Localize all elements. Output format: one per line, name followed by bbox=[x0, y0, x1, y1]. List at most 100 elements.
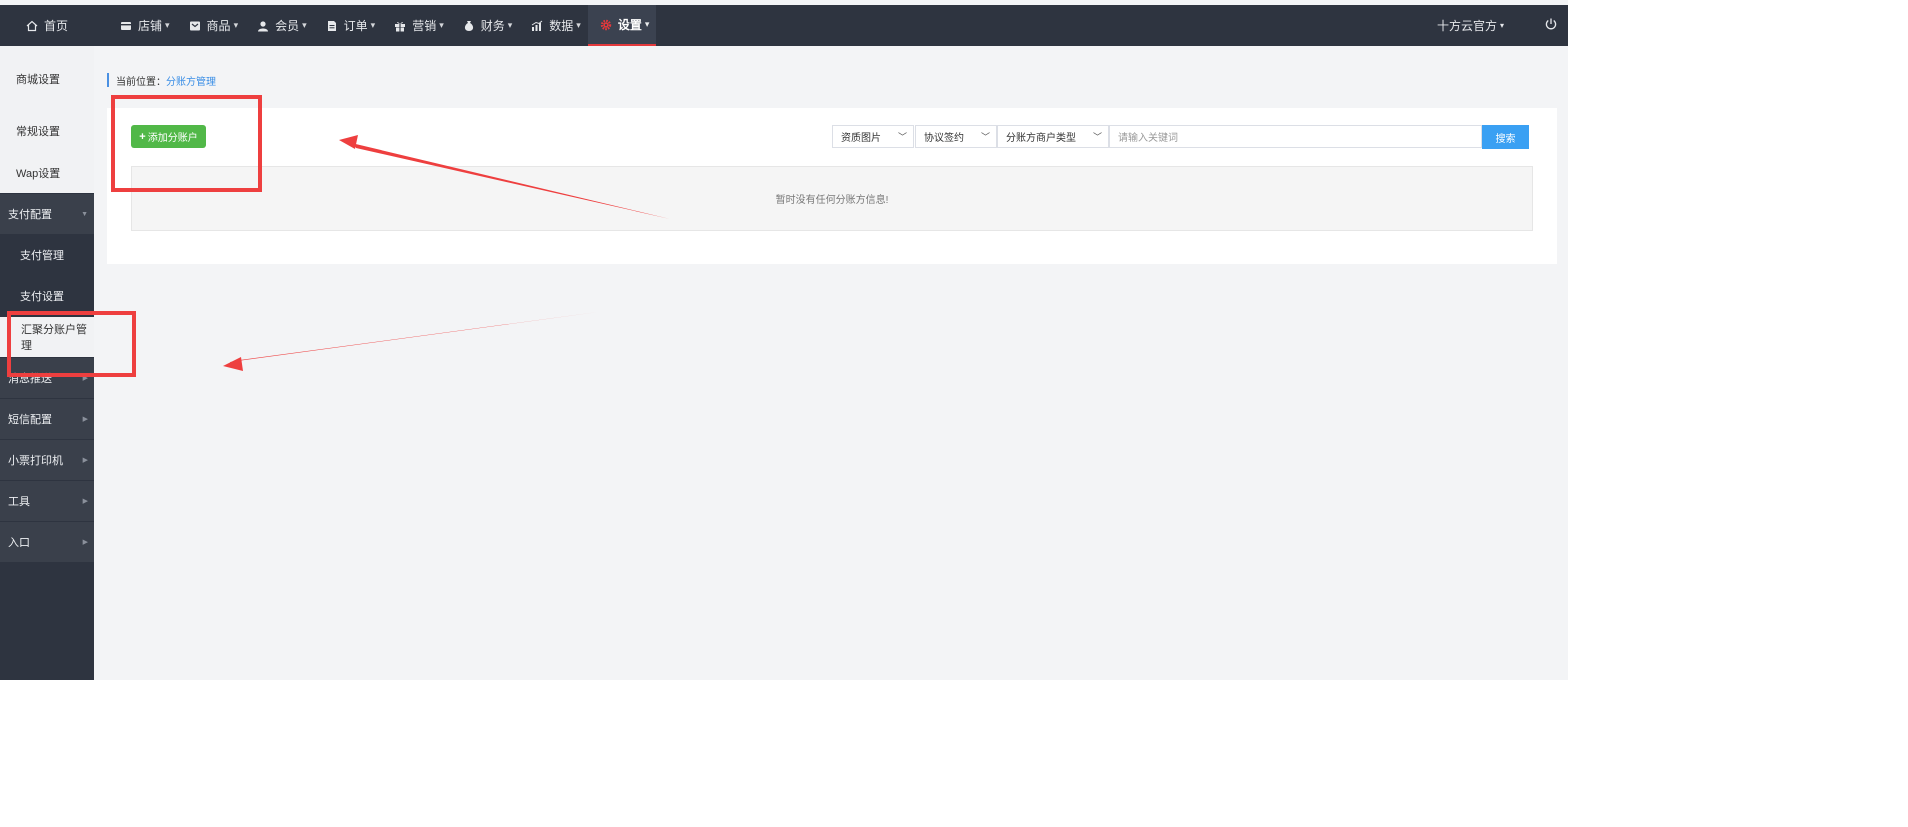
search-placeholder: 请输入关键词 bbox=[1118, 133, 1178, 144]
sidebar-item-wap-settings[interactable]: Wap设置 bbox=[0, 153, 94, 193]
nav-goods-label: 商品 bbox=[206, 19, 231, 33]
select-value: 协议签约 bbox=[924, 133, 964, 144]
breadcrumb-current[interactable]: 分账方管理 bbox=[166, 73, 216, 88]
sidebar-item-tools[interactable]: 工具 ▶ bbox=[0, 481, 94, 521]
chevron-down-icon: ▾ bbox=[576, 20, 581, 30]
nav-home-label: 首页 bbox=[43, 19, 68, 33]
order-icon bbox=[327, 20, 336, 31]
chevron-down-icon: ▾ bbox=[644, 19, 650, 29]
nav-order-label: 订单 bbox=[343, 19, 368, 33]
sidebar-item-label: 支付设置 bbox=[20, 291, 64, 303]
nav-order[interactable]: 订单 ▾ bbox=[314, 5, 383, 46]
empty-text: 暂时没有任何分账方信息! bbox=[775, 195, 889, 206]
sidebar: 商城设置 常规设置 Wap设置 支付配置 ▼ 支付管理 支付设置 汇聚分账户管理… bbox=[0, 46, 94, 680]
user-menu[interactable]: 十方云官方 ▾ bbox=[1437, 5, 1504, 46]
screen: 首页 店铺 ▾ 商品 ▾ 会员 ▾ 订单 ▾ 营销 ▾ 财务 ▾ 数据 ▾ 设置… bbox=[0, 0, 1568, 680]
breadcrumb-prefix: 当前位置： bbox=[116, 76, 166, 88]
search-button-label: 搜索 bbox=[1495, 133, 1516, 145]
sidebar-item-label: 消息推送 bbox=[8, 373, 52, 385]
sidebar-item-entrance[interactable]: 入口 ▶ bbox=[0, 522, 94, 562]
empty-table-message: 暂时没有任何分账方信息! bbox=[131, 166, 1533, 231]
caret-right-icon: ▶ bbox=[82, 416, 88, 423]
nav-goods[interactable]: 商品 ▾ bbox=[177, 5, 246, 46]
sidebar-item-split-account-management[interactable]: 汇聚分账户管理 bbox=[0, 317, 94, 357]
sidebar-item-label: 汇聚分账户管理 bbox=[21, 324, 87, 352]
sidebar-item-label: 常规设置 bbox=[16, 126, 60, 138]
sidebar-item-receipt-printer[interactable]: 小票打印机 ▶ bbox=[0, 440, 94, 480]
sidebar-item-label: 工具 bbox=[8, 496, 30, 508]
qualification-image-select[interactable]: 资质图片 ﹀ bbox=[832, 125, 914, 148]
chevron-down-icon: ▾ bbox=[233, 20, 239, 30]
sidebar-item-label: Wap设置 bbox=[16, 168, 61, 180]
sidebar-item-payment-settings[interactable]: 支付设置 bbox=[0, 276, 94, 316]
gear-icon bbox=[600, 19, 612, 30]
member-icon bbox=[258, 20, 269, 31]
money-bag-icon bbox=[464, 20, 473, 31]
add-split-account-label: 添加分账户 bbox=[147, 133, 198, 144]
user-name: 十方云官方 bbox=[1437, 19, 1498, 33]
chevron-down-icon: ▾ bbox=[439, 20, 444, 30]
breadcrumb: 当前位置： 分账方管理 bbox=[107, 73, 216, 88]
sidebar-item-payment-management[interactable]: 支付管理 bbox=[0, 235, 94, 275]
plus-icon: + bbox=[139, 130, 146, 143]
chevron-down-icon: ▾ bbox=[507, 20, 513, 30]
chevron-down-icon: ▾ bbox=[302, 20, 307, 30]
search-button[interactable]: 搜索 bbox=[1482, 125, 1529, 149]
caret-right-icon: ▶ bbox=[82, 457, 88, 464]
nav-marketing[interactable]: 营销 ▾ bbox=[382, 5, 451, 46]
annotation-arrow bbox=[230, 312, 598, 369]
nav-member-label: 会员 bbox=[275, 19, 300, 33]
sidebar-item-mall-settings[interactable]: 商城设置 bbox=[0, 59, 94, 99]
chevron-down-icon: ▾ bbox=[370, 20, 376, 30]
chevron-down-icon: ﹀ bbox=[980, 132, 990, 142]
sidebar-item-label: 短信配置 bbox=[8, 414, 52, 426]
nav-marketing-label: 营销 bbox=[412, 19, 437, 33]
home-icon bbox=[26, 20, 38, 31]
nav-data-label: 数据 bbox=[549, 19, 574, 33]
caret-right-icon: ▶ bbox=[82, 375, 88, 382]
nav-finance-label: 财务 bbox=[480, 19, 505, 33]
sidebar-item-label: 支付管理 bbox=[20, 250, 64, 262]
nav-data[interactable]: 数据 ▾ bbox=[519, 5, 588, 46]
sidebar-item-label: 商城设置 bbox=[16, 74, 60, 86]
nav-settings[interactable]: 设置 ▾ bbox=[587, 5, 657, 46]
agreement-signing-select[interactable]: 协议签约 ﹀ bbox=[915, 125, 997, 148]
sidebar-item-label: 小票打印机 bbox=[8, 455, 63, 467]
main-nav: 店铺 ▾ 商品 ▾ 会员 ▾ 订单 ▾ 营销 ▾ 财务 ▾ 数据 ▾ 设置 ▾ bbox=[108, 5, 657, 46]
sidebar-item-general-settings[interactable]: 常规设置 bbox=[0, 111, 94, 151]
store-icon bbox=[121, 21, 131, 30]
nav-finance[interactable]: 财务 ▾ bbox=[451, 5, 520, 46]
goods-icon bbox=[189, 21, 200, 30]
sidebar-item-label: 支付配置 bbox=[8, 209, 52, 221]
blank-area bbox=[0, 680, 1568, 827]
sidebar-item-sms-config[interactable]: 短信配置 ▶ bbox=[0, 399, 94, 439]
content-panel: + 添加分账户 资质图片 ﹀ 协议签约 ﹀ 分账方商户类型 ﹀ 请输入关键词 搜… bbox=[107, 108, 1557, 264]
add-split-account-button[interactable]: + 添加分账户 bbox=[131, 125, 206, 148]
top-navigation-bar: 首页 店铺 ▾ 商品 ▾ 会员 ▾ 订单 ▾ 营销 ▾ 财务 ▾ 数据 ▾ 设置… bbox=[0, 5, 1568, 46]
annotation-arrows bbox=[223, 135, 670, 371]
sidebar-item-payment-config[interactable]: 支付配置 ▼ bbox=[0, 194, 94, 234]
select-value: 资质图片 bbox=[841, 133, 881, 144]
blank-area bbox=[1568, 0, 1908, 827]
select-value: 分账方商户类型 bbox=[1006, 133, 1076, 144]
nav-settings-label: 设置 bbox=[617, 18, 642, 32]
merchant-type-select[interactable]: 分账方商户类型 ﹀ bbox=[997, 125, 1109, 148]
chevron-down-icon: ▾ bbox=[165, 20, 170, 30]
chevron-down-icon: ﹀ bbox=[897, 132, 907, 142]
gift-icon bbox=[395, 21, 406, 31]
keyword-search-input[interactable]: 请输入关键词 bbox=[1109, 125, 1482, 148]
chevron-down-icon: ﹀ bbox=[1092, 132, 1102, 142]
caret-right-icon: ▶ bbox=[82, 498, 88, 505]
chart-icon bbox=[532, 20, 543, 31]
nav-member[interactable]: 会员 ▾ bbox=[245, 5, 314, 46]
sidebar-item-label: 入口 bbox=[8, 537, 30, 549]
sidebar-item-message-push[interactable]: 消息推送 ▶ bbox=[0, 358, 94, 398]
power-icon[interactable] bbox=[1544, 17, 1558, 31]
caret-right-icon: ▶ bbox=[82, 539, 88, 546]
caret-down-icon: ▾ bbox=[1500, 21, 1505, 30]
caret-down-icon: ▼ bbox=[81, 210, 88, 218]
nav-home[interactable]: 首页 bbox=[0, 5, 94, 46]
nav-store[interactable]: 店铺 ▾ bbox=[108, 5, 177, 46]
annotation-arrow-head bbox=[223, 357, 243, 371]
nav-store-label: 店铺 bbox=[138, 19, 163, 33]
